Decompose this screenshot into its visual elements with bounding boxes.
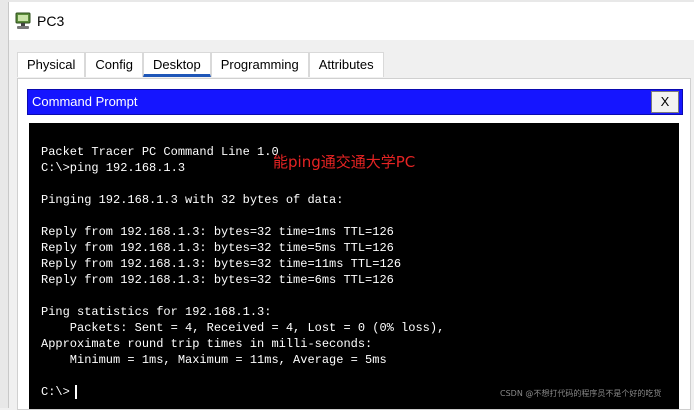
tab-programming[interactable]: Programming (210, 52, 309, 77)
terminal-line: Pinging 192.168.1.3 with 32 bytes of dat… (41, 193, 344, 207)
tab-bar: Physical Config Desktop Programming Attr… (17, 52, 384, 77)
text-cursor (75, 385, 77, 399)
tab-physical[interactable]: Physical (17, 52, 86, 77)
terminal-output[interactable]: Packet Tracer PC Command Line 1.0 C:\>pi… (29, 123, 679, 409)
terminal-line: Reply from 192.168.1.3: bytes=32 time=1m… (41, 225, 394, 239)
tab-attributes[interactable]: Attributes (308, 52, 384, 77)
terminal-line: Minimum = 1ms, Maximum = 11ms, Average =… (41, 353, 387, 367)
terminal-line: Reply from 192.168.1.3: bytes=32 time=5m… (41, 241, 394, 255)
terminal-line: Approximate round trip times in milli-se… (41, 337, 373, 351)
pc3-window: PC3 Physical Config Desktop Programming … (8, 2, 694, 410)
window-title: PC3 (37, 13, 65, 29)
background-strip-left (0, 0, 8, 408)
close-button[interactable]: X (651, 91, 679, 113)
tab-desktop[interactable]: Desktop (143, 52, 211, 77)
terminal-line: Packet Tracer PC Command Line 1.0 (41, 145, 279, 159)
desktop-panel: Command Prompt X Packet Tracer PC Comman… (17, 78, 691, 410)
command-prompt-title: Command Prompt (32, 94, 138, 109)
watermark: CSDN @不想打代码的程序员不是个好的吃货 (500, 389, 662, 398)
terminal-line: C:\>ping 192.168.1.3 (41, 161, 186, 175)
terminal-line: Reply from 192.168.1.3: bytes=32 time=6m… (41, 273, 394, 287)
terminal-line: Ping statistics for 192.168.1.3: (41, 305, 272, 319)
terminal-line: Reply from 192.168.1.3: bytes=32 time=11… (41, 257, 402, 271)
titlebar: PC3 (9, 2, 694, 40)
terminal-prompt: C:\> (41, 385, 70, 399)
command-prompt-header: Command Prompt X (27, 89, 683, 115)
red-annotation: 能ping通交通大学PC (273, 153, 416, 171)
terminal-line: Packets: Sent = 4, Received = 4, Lost = … (41, 321, 445, 335)
tab-config[interactable]: Config (85, 52, 143, 77)
pc-icon (15, 12, 31, 29)
